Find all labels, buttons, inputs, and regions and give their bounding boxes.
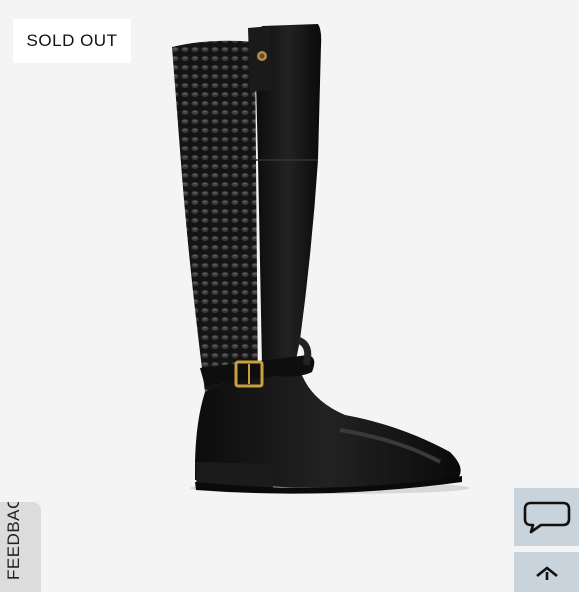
- arrow-up-icon: [535, 566, 558, 580]
- sold-out-label: SOLD OUT: [26, 31, 118, 50]
- chat-bubble-icon: [523, 501, 570, 534]
- feedback-tab[interactable]: FEEDBACK: [0, 502, 41, 592]
- woven-panel: [172, 40, 258, 400]
- sold-out-badge: SOLD OUT: [13, 19, 131, 63]
- scroll-up-button[interactable]: [514, 552, 579, 592]
- feedback-label: FEEDBACK: [4, 502, 23, 580]
- chat-button[interactable]: [514, 488, 579, 546]
- product-image: [172, 24, 470, 494]
